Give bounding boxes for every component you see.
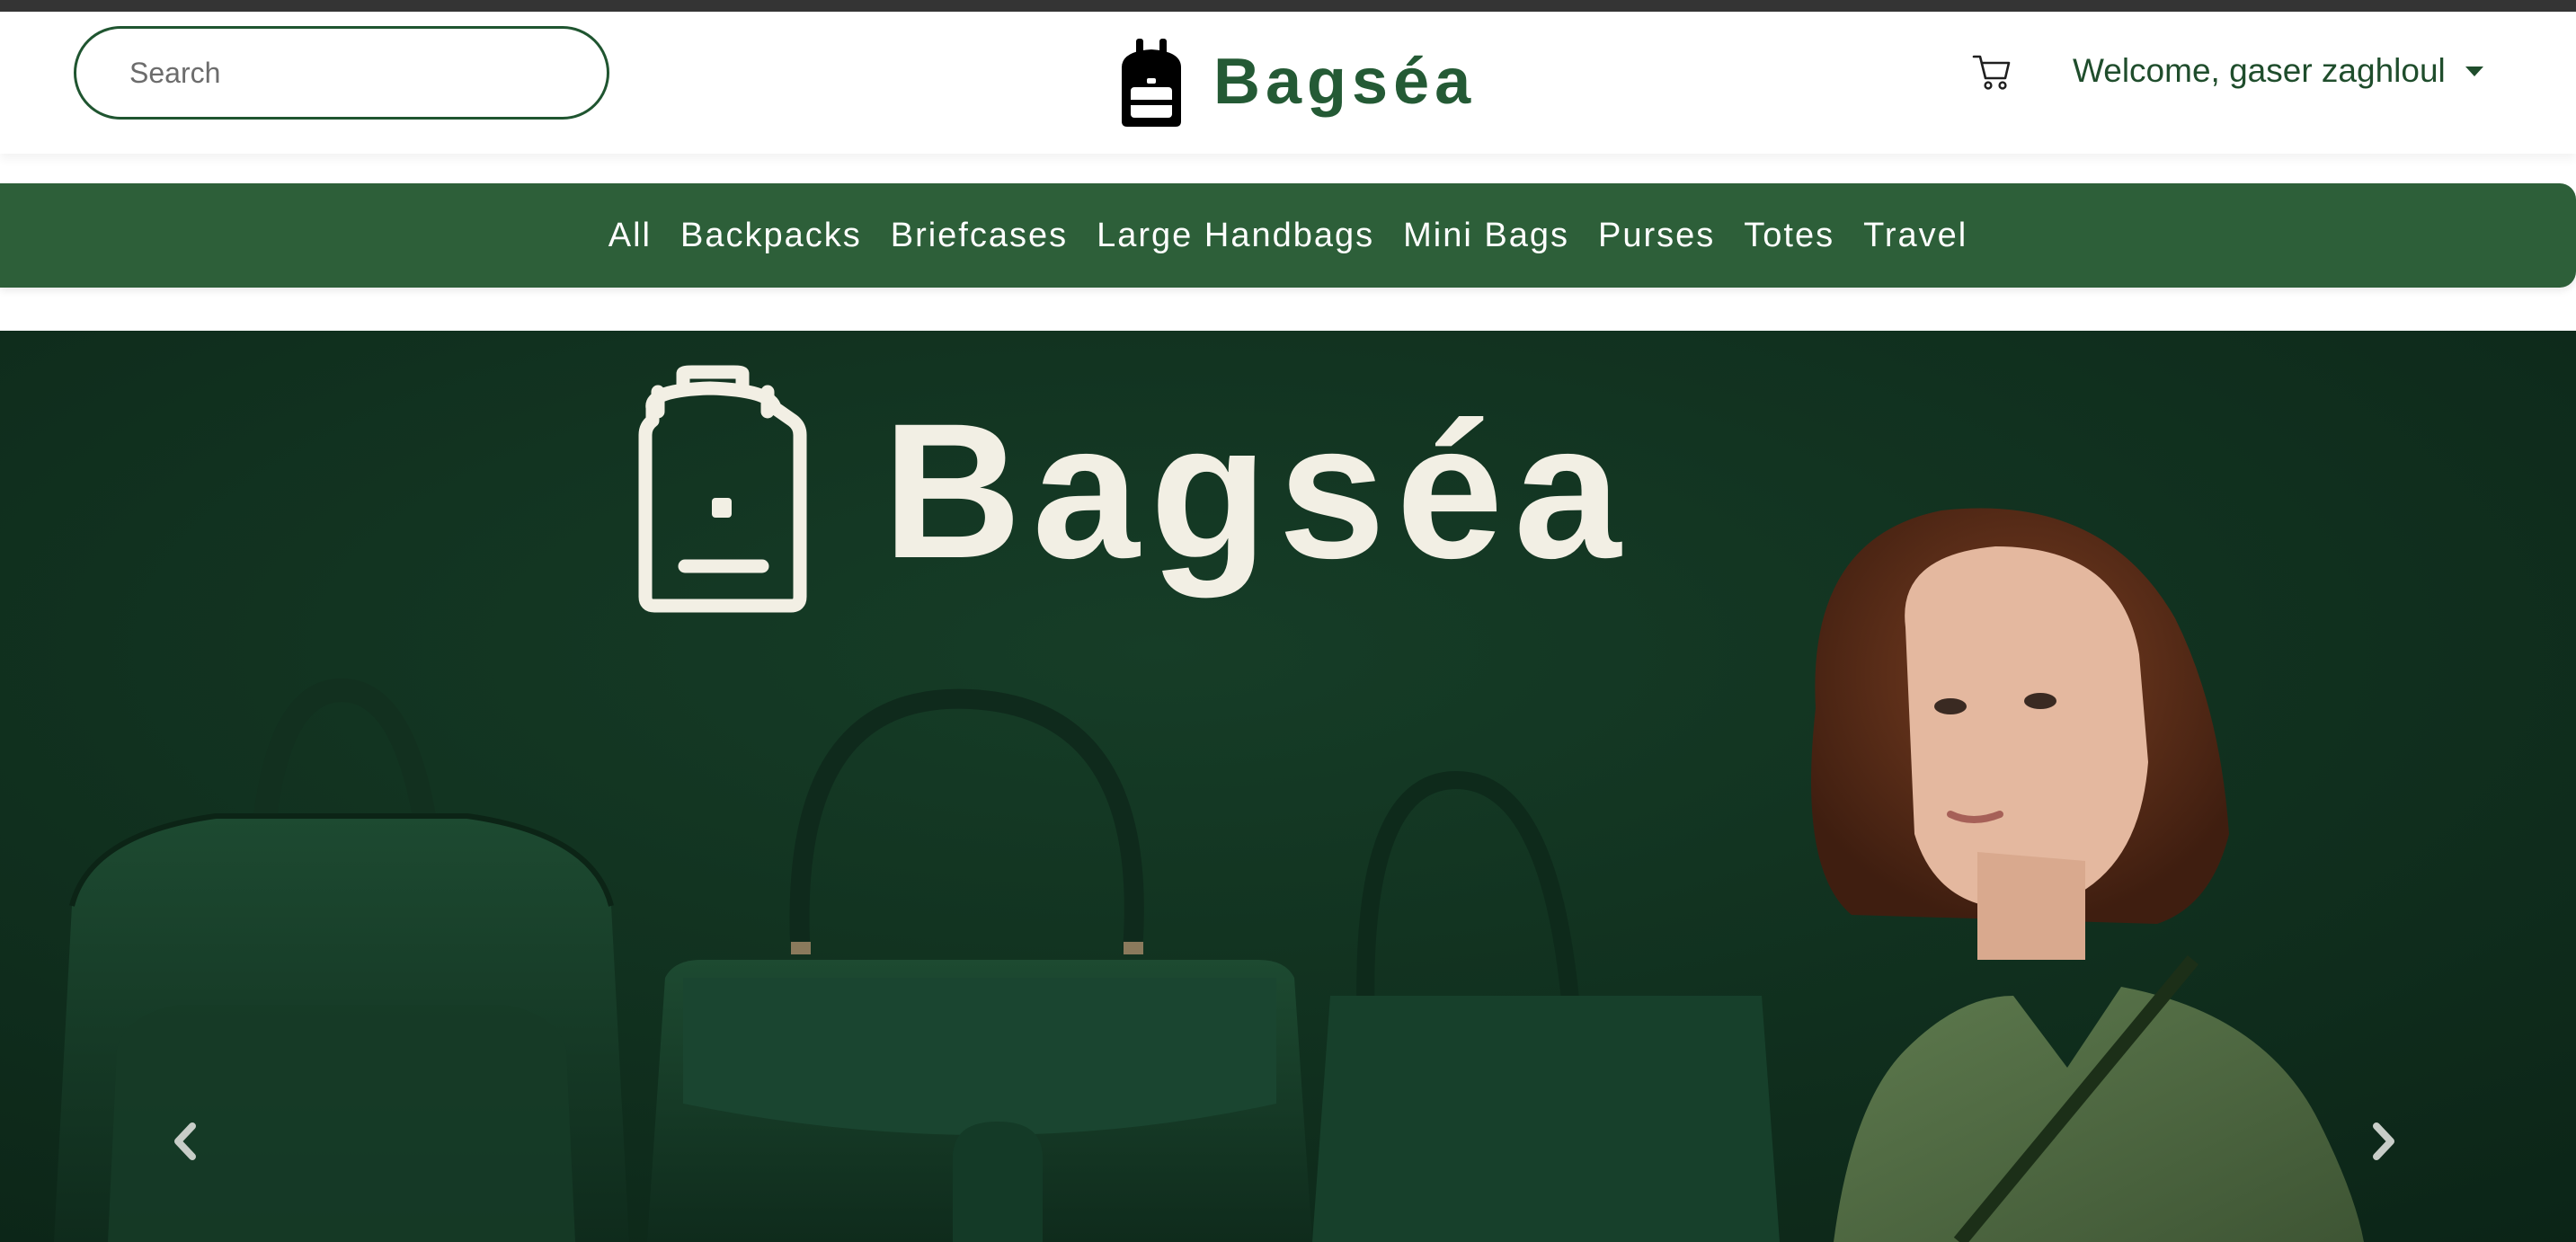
- search-input[interactable]: [128, 55, 563, 91]
- chevron-right-icon: [2373, 1122, 2394, 1160]
- category-mini-bags[interactable]: Mini Bags: [1403, 217, 1569, 255]
- caret-down-icon: [2465, 66, 2483, 76]
- carousel-prev-button[interactable]: [158, 1105, 212, 1177]
- hero-carousel: Bagséa: [0, 331, 2576, 1242]
- shopping-cart-icon[interactable]: [1972, 51, 2012, 93]
- backpack-icon: [1122, 39, 1181, 127]
- chevron-left-icon: [174, 1122, 196, 1160]
- category-totes[interactable]: Totes: [1744, 217, 1834, 255]
- carousel-next-button[interactable]: [2357, 1105, 2411, 1177]
- user-menu-dropdown[interactable]: Welcome, gaser zaghloul: [2073, 46, 2483, 96]
- category-backpacks[interactable]: Backpacks: [680, 217, 862, 255]
- top-bar: [0, 0, 2576, 12]
- hero-banner-title: Bagséa: [883, 384, 1632, 599]
- category-large-handbags[interactable]: Large Handbags: [1097, 217, 1374, 255]
- category-travel[interactable]: Travel: [1863, 217, 1968, 255]
- category-purses[interactable]: Purses: [1598, 217, 1715, 255]
- user-greeting: Welcome, gaser zaghloul: [2073, 52, 2446, 89]
- brand-name: Bagséa: [1213, 46, 1477, 118]
- brand-home-link[interactable]: Bagséa: [1113, 30, 1476, 134]
- category-nav: All Backpacks Briefcases Large Handbags …: [0, 183, 2576, 288]
- search-box[interactable]: [74, 26, 609, 120]
- site-header: Bagséa Welcome, gaser zaghloul: [0, 12, 2576, 154]
- category-briefcases[interactable]: Briefcases: [891, 217, 1068, 255]
- category-all[interactable]: All: [608, 217, 652, 255]
